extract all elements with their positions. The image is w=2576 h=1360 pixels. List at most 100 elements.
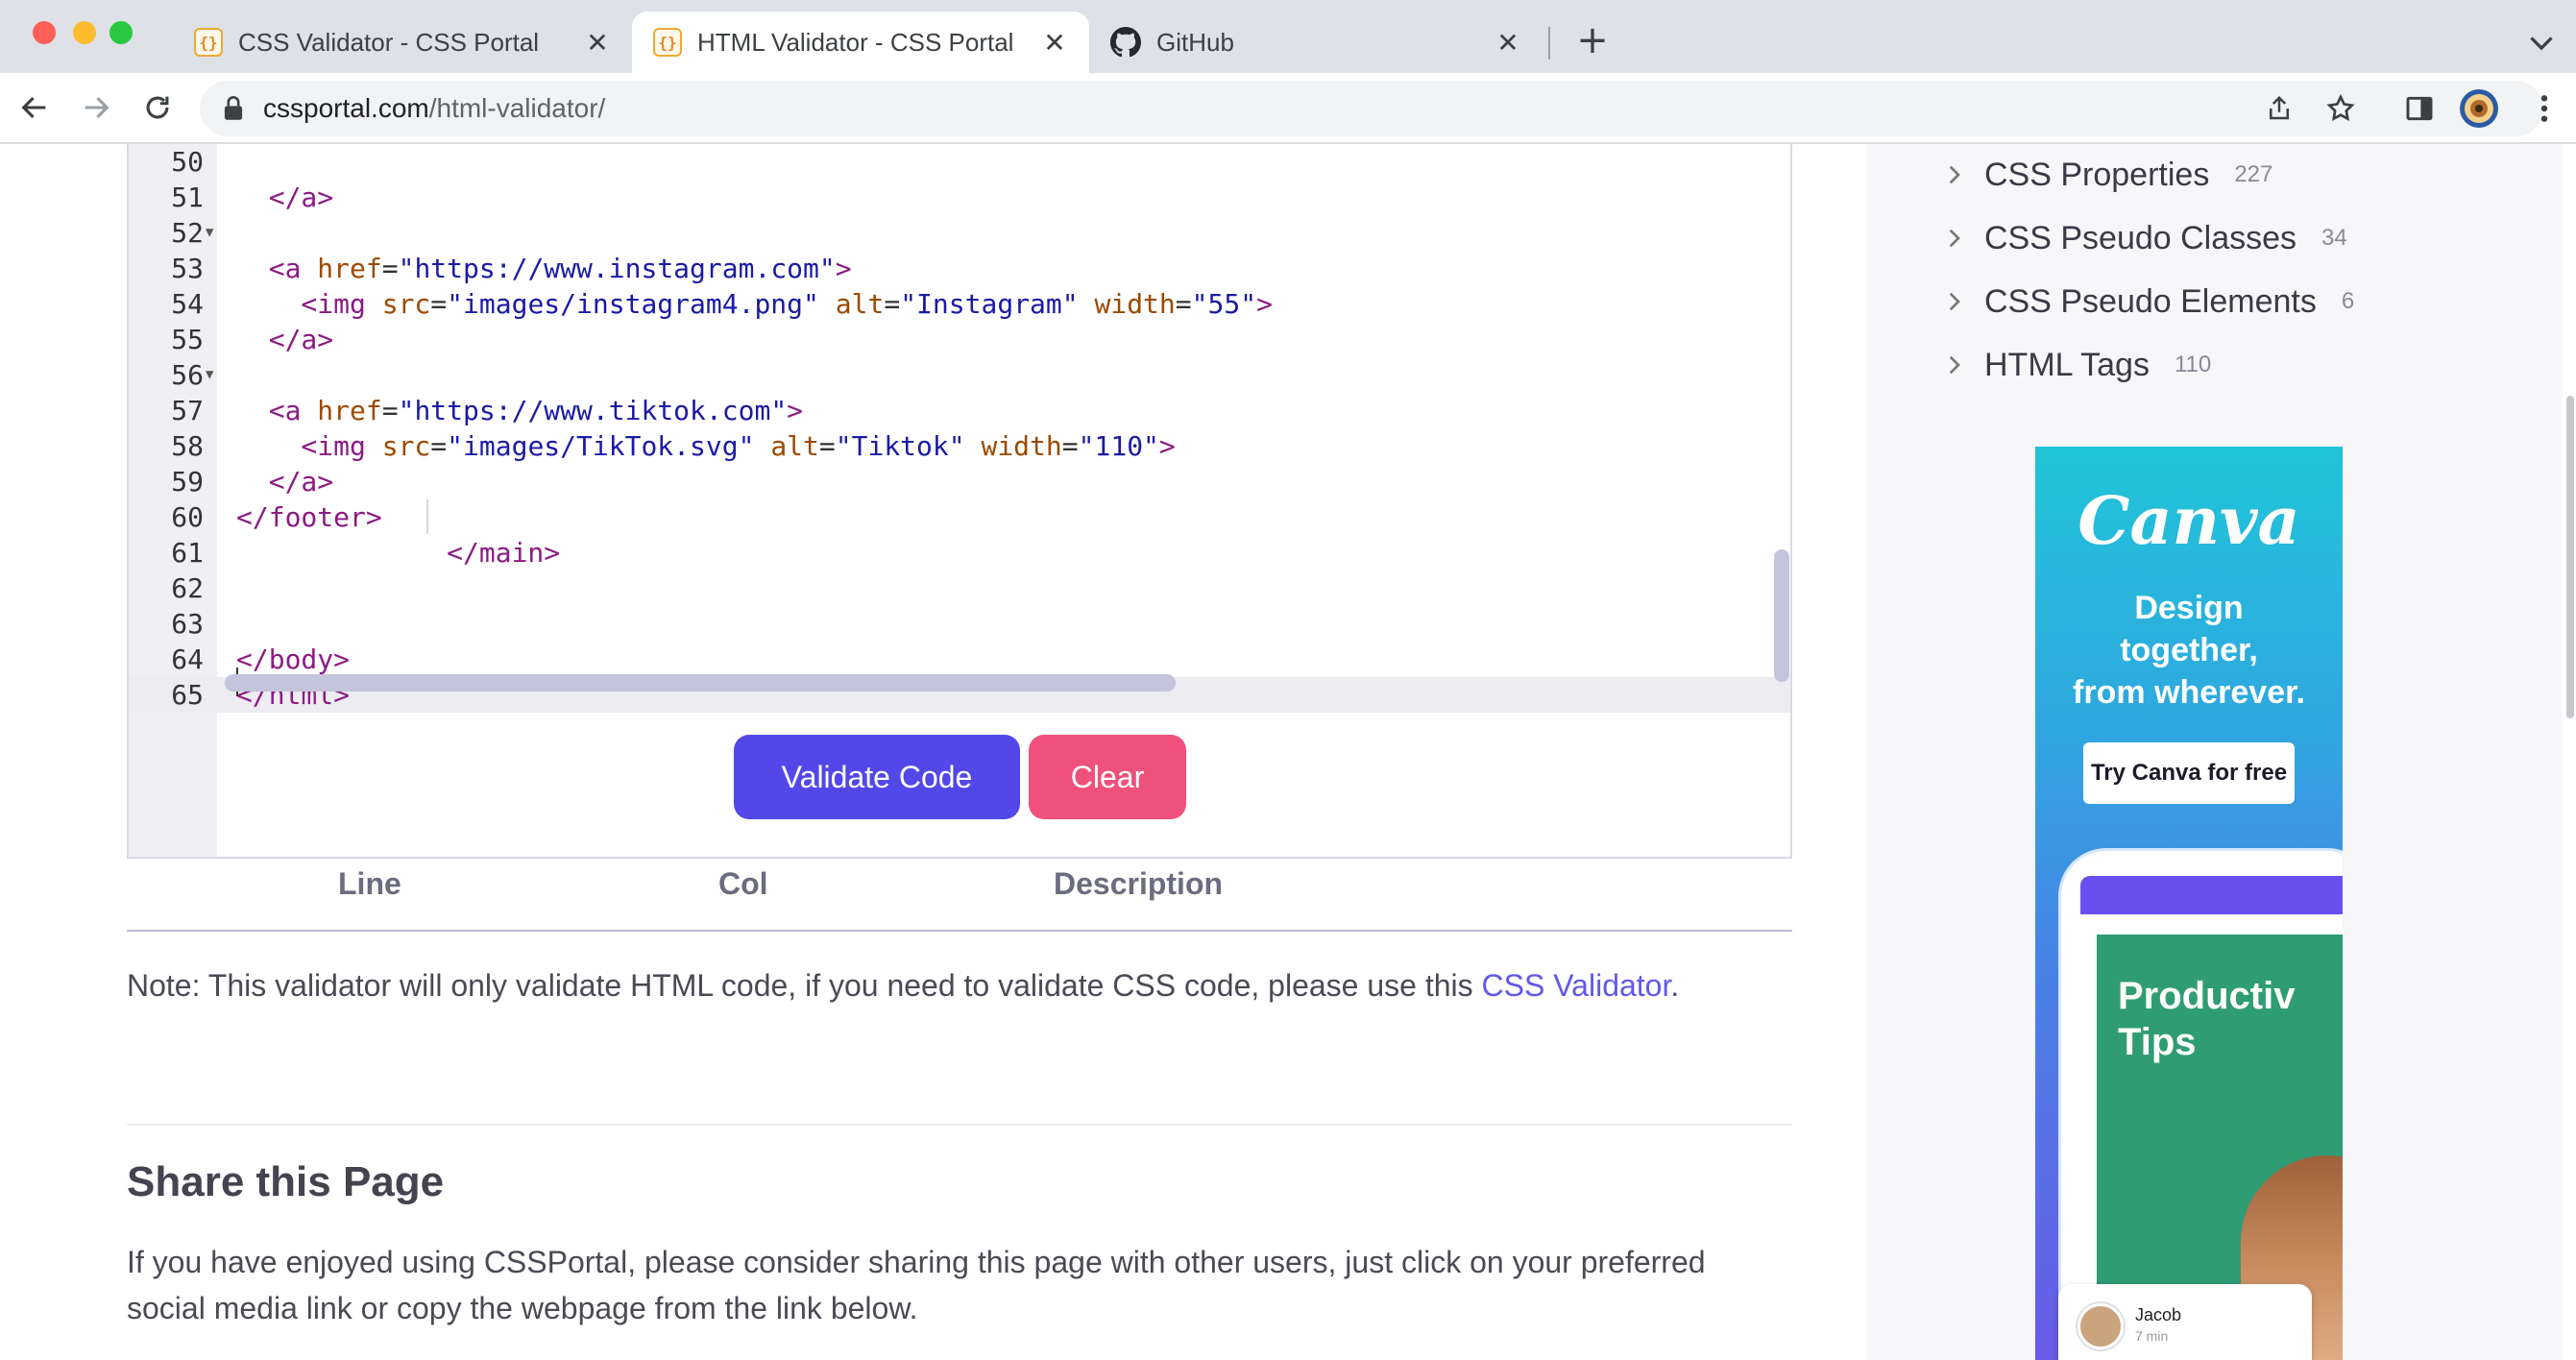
share-icon <box>2270 95 2289 120</box>
ad-card-title: Productiv Tips <box>2118 973 2295 1065</box>
editor-row: 55 <box>129 322 1790 357</box>
chevron-right-icon <box>1949 229 1960 248</box>
sidebar-item-label: CSS Pseudo Classes <box>1984 219 2297 256</box>
column-header-col: Col <box>718 866 768 901</box>
tab-title: GitHub <box>1156 27 1234 57</box>
ad-card-title-line: Productiv <box>2118 975 2296 1017</box>
tab-css-validator[interactable]: {} CSS Validator - CSS Portal ✕ <box>173 12 632 73</box>
close-window-button[interactable] <box>33 21 56 44</box>
ad-chat-time: 7 min <box>2135 1328 2169 1344</box>
ad-chat-bubble: Jacob 7 min <box>2058 1284 2312 1360</box>
section-divider <box>127 1124 1792 1126</box>
browser-menu-button[interactable] <box>2524 88 2564 129</box>
table-divider <box>127 930 1792 932</box>
more-vertical-icon <box>2540 95 2548 122</box>
column-header-description: Description <box>1054 866 1224 901</box>
arrow-left-icon <box>21 96 46 119</box>
reload-icon <box>146 96 169 119</box>
editor-row: 51 <box>129 180 1790 215</box>
phone-app-bar <box>2080 876 2343 914</box>
code-line: </a> <box>129 144 1790 213</box>
sidebar-item-css-pseudo-elements[interactable]: CSS Pseudo Elements 6 <box>1944 279 2354 325</box>
css-validator-link[interactable]: CSS Validator <box>1482 968 1671 1003</box>
close-tab-icon[interactable]: ✕ <box>1039 27 1070 59</box>
indent-guide <box>426 499 428 534</box>
css-portal-icon: {} <box>653 28 682 57</box>
bookmark-button[interactable] <box>2321 88 2361 129</box>
profile-button[interactable] <box>2459 88 2499 129</box>
arrow-right-icon <box>85 96 109 119</box>
minimize-window-button[interactable] <box>73 21 96 44</box>
tab-title: CSS Validator - CSS Portal <box>238 27 540 57</box>
star-icon <box>2326 93 2355 121</box>
share-section-title: Share this Page <box>127 1158 445 1205</box>
url-text: cssportal.com/html-validator/ <box>263 93 605 124</box>
css-portal-icon: {} <box>194 28 223 57</box>
code-line: </a> <box>129 286 1790 355</box>
tab-html-validator[interactable]: {} HTML Validator - CSS Portal ✕ <box>632 12 1089 73</box>
horizontal-scrollbar[interactable] <box>225 674 1176 692</box>
browser-tab-bar: {} CSS Validator - CSS Portal ✕ {} HTML … <box>0 0 2576 73</box>
maximize-window-button[interactable] <box>109 21 133 44</box>
side-panel-icon <box>2406 96 2433 121</box>
sidebar-item-count: 34 <box>2321 225 2347 251</box>
code-line: <img src="images/instagram4.png" alt="In… <box>129 251 1790 320</box>
column-header-line: Line <box>338 866 401 901</box>
tab-separator <box>1548 27 1550 60</box>
browser-toolbar: cssportal.com/html-validator/ <box>0 73 2576 144</box>
sidebar-item-css-pseudo-classes[interactable]: CSS Pseudo Classes 34 <box>1944 215 2347 261</box>
avatar <box>2460 89 2498 128</box>
sidebar-item-count: 110 <box>2174 352 2212 377</box>
code-line: <a href="https://www.tiktok.com"> <box>129 357 1790 426</box>
sidebar-item-label: CSS Pseudo Elements <box>1984 282 2317 320</box>
new-tab-button[interactable]: + <box>1571 21 1614 63</box>
tab-title: HTML Validator - CSS Portal <box>697 27 1014 57</box>
code-line: <img src="images/TikTok.svg" alt="Tiktok… <box>129 393 1790 462</box>
share-section-text: If you have enjoyed using CSSPortal, ple… <box>127 1245 1706 1325</box>
url-domain: cssportal.com <box>263 93 429 123</box>
chevron-down-icon[interactable] <box>2524 25 2559 60</box>
page-scrollbar[interactable] <box>2566 396 2574 718</box>
chevron-right-icon <box>1949 355 1960 375</box>
note-suffix: . <box>1670 968 1680 1003</box>
close-tab-icon[interactable]: ✕ <box>1493 27 1523 59</box>
sidebar-item-html-tags[interactable]: HTML Tags 110 <box>1944 342 2211 388</box>
validator-note: Note: This validator will only validate … <box>127 968 1679 1004</box>
ad-headline-line: together, <box>2120 632 2258 668</box>
address-bar[interactable]: cssportal.com/html-validator/ <box>200 81 2543 136</box>
sidebar-item-count: 227 <box>2234 161 2273 187</box>
editor-row: 62 <box>129 571 1790 606</box>
github-icon <box>1110 27 1141 58</box>
reload-button[interactable] <box>136 86 179 129</box>
code-line: </html> <box>129 642 1790 711</box>
page-content: 50 51 52 ▼ 53 54 55 56 ▼ 57 58 59 60 61 62 63 64 65 </a> … <box>0 144 2576 1360</box>
ad-card-title-line: Tips <box>2118 1021 2197 1063</box>
close-tab-icon[interactable]: ✕ <box>582 27 613 59</box>
ad-headline-line: from wherever. <box>2073 674 2305 711</box>
vertical-scrollbar[interactable] <box>1774 549 1789 682</box>
ad-headline: Design together, from wherever. <box>2035 587 2343 714</box>
sidebar-item-css-properties[interactable]: CSS Properties 227 <box>1944 152 2272 198</box>
side-panel-button[interactable] <box>2399 88 2440 129</box>
code-line: </main> <box>129 499 1790 569</box>
chevron-right-icon <box>1949 165 1960 184</box>
url-path: /html-validator/ <box>428 93 606 123</box>
code-line: </a> <box>129 428 1790 498</box>
code-text: </a> <box>236 182 334 213</box>
lock-icon <box>224 96 243 120</box>
canva-advertisement[interactable]: Canva Design together, from wherever. Tr… <box>2035 447 2343 1360</box>
tab-github[interactable]: GitHub ✕ <box>1089 12 1543 73</box>
note-text: Note: This validator will only validate … <box>127 968 1482 1003</box>
ad-headline-line: Design <box>2134 590 2244 626</box>
code-line: </body> <box>129 606 1790 675</box>
back-button[interactable] <box>13 86 56 129</box>
share-button[interactable] <box>2259 88 2299 129</box>
validate-code-button[interactable]: Validate Code <box>734 735 1020 819</box>
ad-chat-name: Jacob <box>2135 1305 2182 1324</box>
forward-button[interactable] <box>75 86 117 129</box>
try-canva-button[interactable]: Try Canva for free <box>2083 742 2295 804</box>
clear-button[interactable]: Clear <box>1029 735 1186 819</box>
avatar <box>2078 1303 2124 1349</box>
code-text: </a> <box>236 324 334 355</box>
canva-logo: Canva <box>2078 483 2300 560</box>
